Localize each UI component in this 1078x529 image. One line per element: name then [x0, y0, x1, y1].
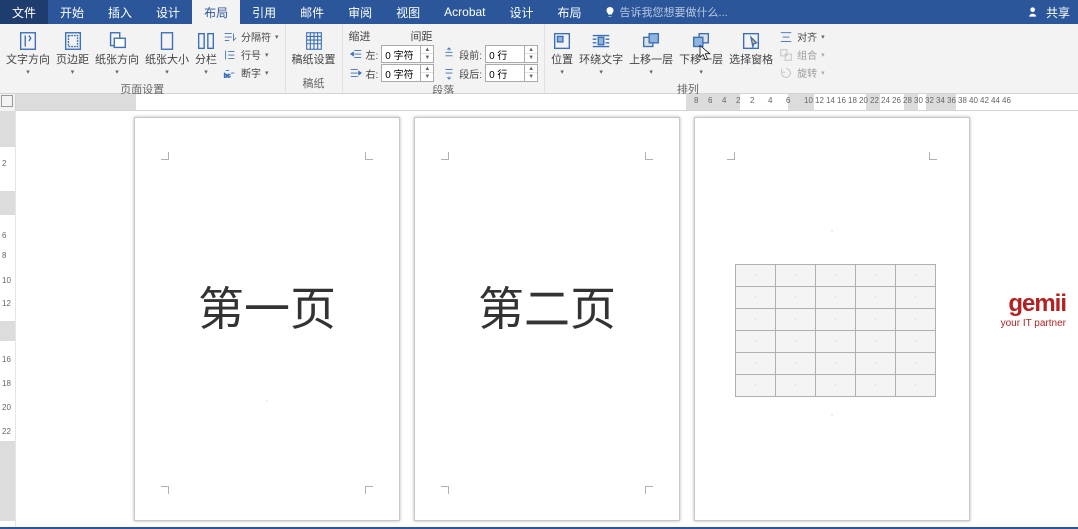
spacing-after-input[interactable] [486, 68, 524, 79]
selection-pane-button[interactable]: 选择窗格 [729, 26, 773, 66]
tab-file[interactable]: 文件 [0, 0, 48, 24]
watermark-logo: gemii your IT partner [1001, 290, 1066, 329]
tell-me-label: 告诉我您想要做什么... [620, 4, 728, 20]
group-page-setup: 文字方向▾ 页边距▾ 纸张方向▾ 纸张大小▾ 分栏▾ 分隔符▾ [0, 24, 286, 93]
bring-forward-button[interactable]: 上移一层▾ [629, 26, 673, 76]
columns-icon [195, 30, 217, 52]
tab-strip: 文件 开始 插入 设计 布局 引用 邮件 审阅 视图 Acrobat 设计 布局… [0, 0, 1078, 24]
line-numbers-button[interactable]: 行号▾ [223, 46, 279, 63]
group-draft: 稿纸设置 稿纸 [286, 24, 343, 93]
share-button[interactable]: 共享 [1028, 0, 1070, 24]
tab-home[interactable]: 开始 [48, 0, 96, 24]
logo-brand: gemii [1001, 290, 1066, 318]
lightbulb-icon [604, 6, 616, 18]
send-backward-button[interactable]: 下移一层▾ [679, 26, 723, 76]
forward-icon [640, 30, 662, 52]
logo-tagline: your IT partner [1001, 318, 1066, 329]
size-button[interactable]: 纸张大小▾ [145, 26, 189, 76]
wrap-icon [590, 30, 612, 52]
draft-icon [303, 30, 325, 52]
spacing-before-spinner[interactable]: ▲▼ [485, 45, 538, 63]
tell-me-search[interactable]: 告诉我您想要做什么... [604, 0, 728, 24]
tab-acrobat[interactable]: Acrobat [432, 0, 497, 24]
page-2[interactable]: 第二页 [414, 117, 680, 521]
tab-references[interactable]: 引用 [240, 0, 288, 24]
position-icon [551, 30, 573, 52]
indent-heading: 缩进 [349, 28, 371, 44]
indent-left-spinner[interactable]: ▲▼ [381, 45, 434, 63]
hyphenation-icon: bc [223, 66, 237, 80]
tab-mail[interactable]: 邮件 [288, 0, 336, 24]
group-button[interactable]: 组合▾ [779, 46, 825, 63]
svg-text:bc: bc [224, 72, 230, 79]
tab-layout[interactable]: 布局 [192, 0, 240, 24]
share-icon [1028, 5, 1042, 19]
spacing-before-input[interactable] [486, 49, 524, 60]
tab-table-layout[interactable]: 布局 [546, 0, 594, 24]
share-label: 共享 [1046, 4, 1070, 21]
spacing-after-spinner[interactable]: ▲▼ [485, 64, 538, 82]
align-icon [779, 30, 793, 44]
tab-review[interactable]: 审阅 [336, 0, 384, 24]
ribbon: 文字方向▾ 页边距▾ 纸张方向▾ 纸张大小▾ 分栏▾ 分隔符▾ [0, 24, 1078, 94]
vertical-ruler[interactable]: 2 6 8 10 12 16 18 20 22 [0, 111, 16, 527]
line-numbers-icon [223, 48, 237, 62]
group-icon [779, 48, 793, 62]
horizontal-ruler[interactable]: 8642246101214161820222426283032343638404… [0, 94, 1078, 111]
text-direction-icon [17, 30, 39, 52]
wrap-text-button[interactable]: 环绕文字▾ [579, 26, 623, 76]
spacing-before-icon [442, 47, 456, 61]
breaks-button[interactable]: 分隔符▾ [223, 28, 279, 45]
orientation-icon [106, 30, 128, 52]
indent-left-icon [349, 47, 363, 61]
page-1[interactable]: 第一页 ⋅ [134, 117, 400, 521]
tab-view[interactable]: 视图 [384, 0, 432, 24]
document-area: 2 6 8 10 12 16 18 20 22 第一页 ⋅ 第二页 [0, 111, 1078, 527]
position-button[interactable]: 位置▾ [551, 26, 573, 76]
selection-icon [740, 30, 762, 52]
margins-icon [62, 30, 84, 52]
columns-button[interactable]: 分栏▾ [195, 26, 217, 76]
orientation-button[interactable]: 纸张方向▾ [95, 26, 139, 76]
page-3-table[interactable]: ⋅⋅⋅⋅⋅ ⋅⋅⋅⋅⋅ ⋅⋅⋅⋅⋅ ⋅⋅⋅⋅⋅ ⋅⋅⋅⋅⋅ ⋅⋅⋅⋅⋅ [735, 264, 936, 397]
rotate-icon [779, 66, 793, 80]
spacing-heading: 间距 [411, 28, 433, 44]
hyphenation-button[interactable]: bc 断字▾ [223, 64, 279, 81]
indent-right-spinner[interactable]: ▲▼ [381, 64, 434, 82]
indent-left-input[interactable] [382, 49, 420, 60]
spin-down[interactable]: ▼ [421, 54, 433, 62]
size-icon [156, 30, 178, 52]
backward-icon [690, 30, 712, 52]
group-paragraph: 缩进 间距 左: ▲▼ 段前: ▲▼ [343, 24, 546, 93]
group-label-draft: 稿纸 [292, 75, 336, 93]
text-direction-button[interactable]: 文字方向▾ [6, 26, 50, 76]
group-arrange: 位置▾ 环绕文字▾ 上移一层▾ 下移一层▾ 选择窗格 对齐▾ [545, 24, 831, 93]
spin-up[interactable]: ▲ [421, 46, 433, 54]
tab-design[interactable]: 设计 [144, 0, 192, 24]
page-3[interactable]: ⋅ ⋅⋅⋅⋅⋅ ⋅⋅⋅⋅⋅ ⋅⋅⋅⋅⋅ ⋅⋅⋅⋅⋅ ⋅⋅⋅⋅⋅ ⋅⋅⋅⋅⋅ ⋅ [694, 117, 970, 521]
tab-selector[interactable] [1, 95, 13, 107]
page-1-content: 第一页 [135, 273, 399, 339]
tab-table-design[interactable]: 设计 [498, 0, 546, 24]
page-canvas[interactable]: 第一页 ⋅ 第二页 ⋅ ⋅⋅⋅⋅⋅ ⋅⋅⋅⋅⋅ ⋅⋅⋅⋅⋅ ⋅⋅⋅⋅⋅ ⋅⋅⋅⋅… [16, 111, 1078, 527]
rotate-button[interactable]: 旋转▾ [779, 64, 825, 81]
draft-settings-button[interactable]: 稿纸设置 [292, 26, 336, 66]
spacing-after-icon [442, 66, 456, 80]
align-button[interactable]: 对齐▾ [779, 28, 825, 45]
indent-right-icon [349, 66, 363, 80]
margins-button[interactable]: 页边距▾ [56, 26, 89, 76]
indent-right-input[interactable] [382, 68, 420, 79]
tab-insert[interactable]: 插入 [96, 0, 144, 24]
page-2-content: 第二页 [415, 273, 679, 339]
breaks-icon [223, 30, 237, 44]
